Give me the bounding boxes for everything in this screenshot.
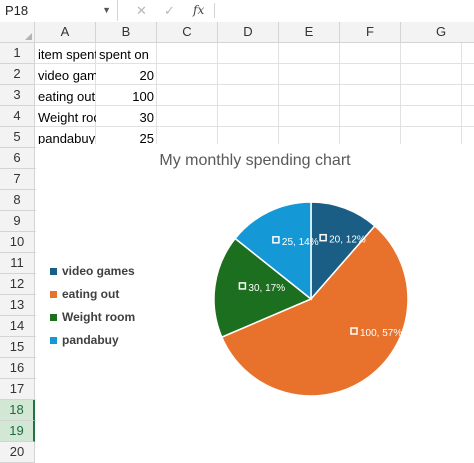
row-header-1[interactable]: 1 [0,43,35,64]
select-all-button[interactable] [0,22,35,43]
row-header-13[interactable]: 13 [0,295,35,316]
row-header-15[interactable]: 15 [0,337,35,358]
row-header-7[interactable]: 7 [0,169,35,190]
row-header-17[interactable]: 17 [0,379,35,400]
row-header-11[interactable]: 11 [0,253,35,274]
row-header-8[interactable]: 8 [0,190,35,211]
cell-B4[interactable]: 30 [97,107,157,128]
cell-B2[interactable]: 20 [97,65,157,86]
row-header-10[interactable]: 10 [0,232,35,253]
row-header-16[interactable]: 16 [0,358,35,379]
cell-A3[interactable]: eating out [36,86,96,107]
svg-text:30, 17%: 30, 17% [248,283,285,294]
column-header-e[interactable]: E [279,22,340,43]
cell-A1[interactable]: item spent on [36,44,96,65]
row-header-19[interactable]: 19 [0,421,35,442]
svg-text:100, 57%: 100, 57% [360,328,402,339]
row-header-3[interactable]: 3 [0,85,35,106]
column-header-d[interactable]: D [218,22,279,43]
row-header-12[interactable]: 12 [0,274,35,295]
formula-bar: P18 ▼ ✕ ✓ fx [0,0,474,23]
chevron-down-icon[interactable]: ▼ [102,0,111,21]
row-header-2[interactable]: 2 [0,64,35,85]
row-header-14[interactable]: 14 [0,316,35,337]
column-header-g[interactable]: G [401,22,474,43]
pie-plot-area[interactable]: 20, 12% 100, 57% 30, 17% 25, 14% [36,144,474,431]
row-header-9[interactable]: 9 [0,211,35,232]
row-header-20[interactable]: 20 [0,442,35,463]
column-header-a[interactable]: A [35,22,96,43]
cell-B1[interactable]: spent on [97,44,157,65]
column-header-c[interactable]: C [157,22,218,43]
cancel-icon[interactable]: ✕ [136,0,147,21]
column-header-b[interactable]: B [96,22,157,43]
svg-text:25, 14%: 25, 14% [282,237,319,248]
enter-icon[interactable]: ✓ [164,0,175,21]
row-header-5[interactable]: 5 [0,127,35,148]
cell-A2[interactable]: video games [36,65,96,86]
cell-A4[interactable]: Weight room [36,107,96,128]
column-header-f[interactable]: F [340,22,401,43]
formula-input[interactable] [215,0,474,21]
row-header-6[interactable]: 6 [0,148,35,169]
row-header-18[interactable]: 18 [0,400,35,421]
name-box-value: P18 [5,3,29,18]
insert-function-icon[interactable]: fx [193,0,204,21]
cell-B3[interactable]: 100 [97,86,157,107]
name-box[interactable]: P18 ▼ [0,0,118,21]
row-header-4[interactable]: 4 [0,106,35,127]
pie-chart[interactable]: My monthly spending chart video games eat… [36,144,474,431]
svg-text:20, 12%: 20, 12% [329,235,366,246]
